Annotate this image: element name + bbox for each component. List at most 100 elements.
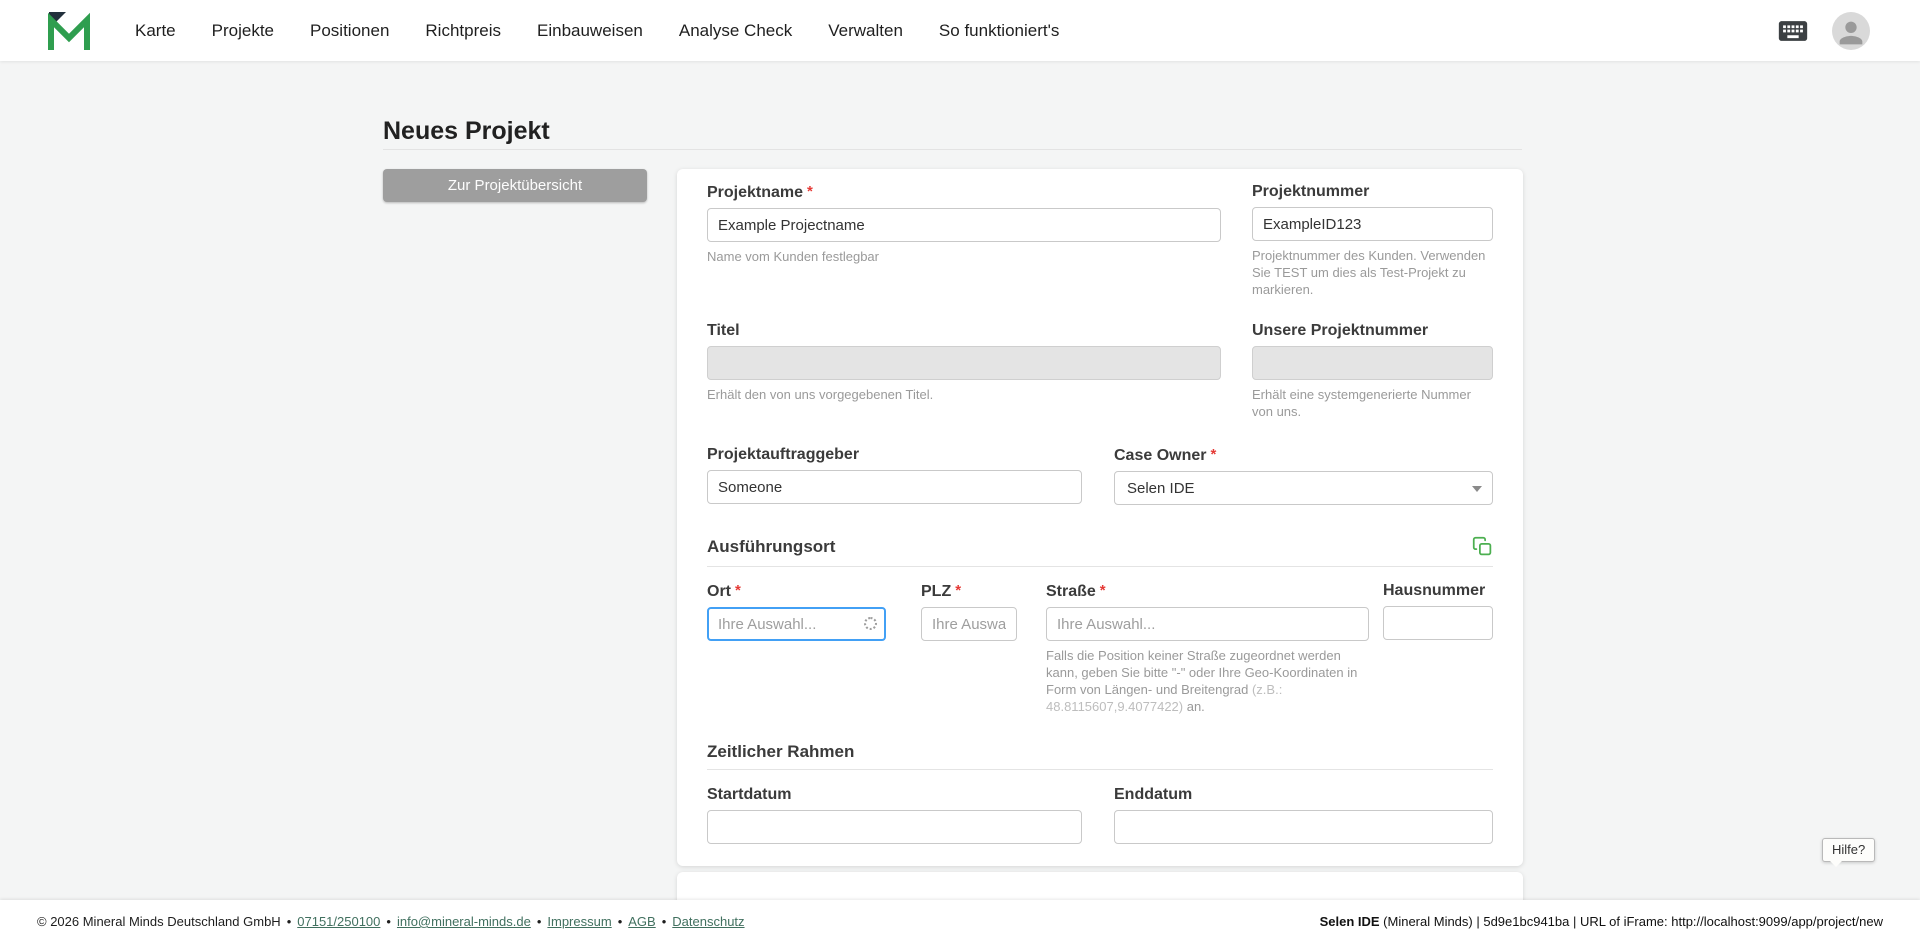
nav-item-so-funktionierts[interactable]: So funktioniert's bbox=[939, 21, 1059, 41]
case-owner-value: Selen IDE bbox=[1127, 479, 1195, 497]
footer-separator: • bbox=[661, 914, 667, 929]
footer-email-link[interactable]: info@mineral-minds.de bbox=[397, 914, 531, 929]
mineral-minds-logo[interactable] bbox=[47, 11, 91, 51]
field-projektauftraggeber: Projektauftraggeber bbox=[707, 445, 1082, 504]
field-projektname: Projektname* Name vom Kunden festlegbar bbox=[707, 182, 1221, 265]
page-footer: © 2026 Mineral Minds Deutschland GmbH • … bbox=[0, 900, 1920, 943]
strasse-label: Straße * bbox=[1046, 581, 1369, 602]
help-label: Hilfe? bbox=[1832, 842, 1866, 857]
section-ausfuehrungsort: Ausführungsort bbox=[707, 536, 1493, 567]
section-zeitlicher-rahmen: Zeitlicher Rahmen bbox=[707, 741, 1493, 770]
footer-separator: • bbox=[386, 914, 391, 929]
strasse-helper: Falls die Position keiner Straße zugeord… bbox=[1046, 647, 1369, 715]
title-divider bbox=[383, 149, 1522, 150]
nav-item-projekte[interactable]: Projekte bbox=[212, 21, 274, 41]
titel-helper: Erhält den von uns vorgegebenen Titel. bbox=[707, 387, 934, 402]
enddatum-label-text: Enddatum bbox=[1114, 786, 1193, 803]
required-mark: * bbox=[807, 183, 813, 200]
titel-input bbox=[707, 346, 1221, 380]
help-button[interactable]: Hilfe? bbox=[1822, 838, 1876, 867]
strasse-label-text: Straße bbox=[1046, 583, 1096, 600]
unsere-projektnummer-label: Unsere Projektnummer bbox=[1252, 321, 1493, 341]
project-form-card: Projektname* Name vom Kunden festlegbar … bbox=[677, 169, 1523, 866]
ausfuehrungsort-title: Ausführungsort bbox=[707, 537, 836, 556]
zeitlicher-rahmen-title: Zeitlicher Rahmen bbox=[707, 742, 855, 761]
project-overview-button[interactable]: Zur Projektübersicht bbox=[383, 169, 647, 202]
projektnummer-label: Projektnummer bbox=[1252, 182, 1493, 202]
projektname-helper: Name vom Kunden festlegbar bbox=[707, 249, 879, 264]
field-projektnummer: Projektnummer Projektnummer des Kunden. … bbox=[1252, 182, 1493, 298]
user-avatar[interactable] bbox=[1832, 11, 1870, 50]
ort-input-wrap bbox=[707, 607, 886, 641]
projektname-input[interactable] bbox=[707, 208, 1221, 242]
keyboard-icon[interactable] bbox=[1776, 14, 1810, 48]
footer-phone-link[interactable]: 07151/250100 bbox=[297, 914, 380, 929]
hausnummer-label: Hausnummer bbox=[1383, 581, 1493, 601]
startdatum-label-text: Startdatum bbox=[707, 786, 792, 803]
nav-item-analyse-check[interactable]: Analyse Check bbox=[679, 21, 792, 41]
enddatum-label: Enddatum bbox=[1114, 785, 1493, 805]
logo-graphic bbox=[48, 11, 90, 50]
strasse-input[interactable] bbox=[1046, 607, 1369, 641]
footer-separator: • bbox=[286, 914, 292, 929]
required-mark: * bbox=[1099, 582, 1106, 599]
footer-impressum-link[interactable]: Impressum bbox=[547, 914, 611, 929]
field-hausnummer: Hausnummer bbox=[1383, 581, 1493, 640]
field-enddatum: Enddatum bbox=[1114, 785, 1493, 844]
field-startdatum: Startdatum bbox=[707, 785, 1082, 844]
chevron-down-icon bbox=[1472, 486, 1482, 492]
footer-agb-link[interactable]: AGB bbox=[628, 914, 655, 929]
plz-input[interactable] bbox=[921, 607, 1017, 641]
projektauftraggeber-label-text: Projektauftraggeber bbox=[707, 446, 860, 463]
projektauftraggeber-label: Projektauftraggeber bbox=[707, 445, 1082, 465]
footer-separator: • bbox=[617, 914, 623, 929]
nav-item-positionen[interactable]: Positionen bbox=[310, 21, 389, 41]
nav-item-karte[interactable]: Karte bbox=[135, 21, 176, 41]
copy-icon[interactable] bbox=[1472, 536, 1493, 557]
field-ort: Ort * bbox=[707, 581, 886, 641]
unsere-projektnummer-input bbox=[1252, 346, 1493, 380]
required-mark: * bbox=[955, 582, 962, 599]
unsere-projektnummer-label-text: Unsere Projektnummer bbox=[1252, 322, 1429, 339]
footer-info: © 2026 Mineral Minds Deutschland GmbH • … bbox=[37, 914, 745, 929]
strasse-helper-main: Falls die Position keiner Straße zugeord… bbox=[1046, 648, 1358, 697]
projektnummer-helper: Projektnummer des Kunden. Verwenden Sie … bbox=[1252, 248, 1486, 297]
case-owner-label-text: Case Owner bbox=[1114, 447, 1207, 464]
projektauftraggeber-input[interactable] bbox=[707, 470, 1082, 504]
field-titel: Titel Erhält den von uns vorgegebenen Ti… bbox=[707, 321, 1221, 403]
footer-separator: • bbox=[536, 914, 542, 929]
projektname-label-text: Projektname bbox=[707, 184, 804, 201]
ort-label: Ort * bbox=[707, 581, 886, 602]
plz-label-text: PLZ bbox=[921, 583, 952, 600]
field-strasse: Straße* Falls die Position keiner Straße… bbox=[1046, 581, 1369, 715]
footer-copyright: © 2026 Mineral Minds Deutschland GmbH bbox=[37, 914, 281, 929]
nav-item-einbauweisen[interactable]: Einbauweisen bbox=[537, 21, 643, 41]
titel-label-text: Titel bbox=[707, 322, 740, 339]
footer-datenschutz-link[interactable]: Datenschutz bbox=[672, 914, 744, 929]
required-mark: * bbox=[1210, 446, 1217, 463]
startdatum-input[interactable] bbox=[707, 810, 1082, 844]
hausnummer-input[interactable] bbox=[1383, 606, 1493, 640]
enddatum-input[interactable] bbox=[1114, 810, 1493, 844]
titel-label: Titel bbox=[707, 321, 1221, 341]
ort-input[interactable] bbox=[707, 607, 886, 641]
loading-spinner-icon bbox=[864, 617, 877, 630]
case-owner-select[interactable]: Selen IDE bbox=[1114, 471, 1493, 505]
ort-label-text: Ort bbox=[707, 583, 731, 600]
navbar-right bbox=[1776, 11, 1870, 50]
page-title: Neues Projekt bbox=[383, 117, 550, 145]
field-unsere-projektnummer: Unsere Projektnummer Erhält eine systemg… bbox=[1252, 321, 1493, 420]
person-icon bbox=[1839, 21, 1863, 44]
startdatum-label: Startdatum bbox=[707, 785, 1082, 805]
footer-session-info: Selen IDE (Mineral Minds) | 5d9e1bc941ba… bbox=[1320, 914, 1883, 929]
hausnummer-label-text: Hausnummer bbox=[1383, 582, 1486, 599]
field-plz: PLZ * bbox=[921, 581, 1017, 641]
required-mark: * bbox=[735, 582, 741, 599]
case-owner-label: Case Owner * bbox=[1114, 445, 1493, 466]
footer-user-name: Selen IDE bbox=[1319, 914, 1380, 929]
nav-item-verwalten[interactable]: Verwalten bbox=[828, 21, 903, 41]
main-nav: Karte Projekte Positionen Richtpreis Ein… bbox=[135, 21, 1059, 41]
nav-item-richtpreis[interactable]: Richtpreis bbox=[425, 21, 501, 41]
plz-label: PLZ * bbox=[921, 581, 1017, 602]
projektnummer-input[interactable] bbox=[1252, 207, 1493, 241]
